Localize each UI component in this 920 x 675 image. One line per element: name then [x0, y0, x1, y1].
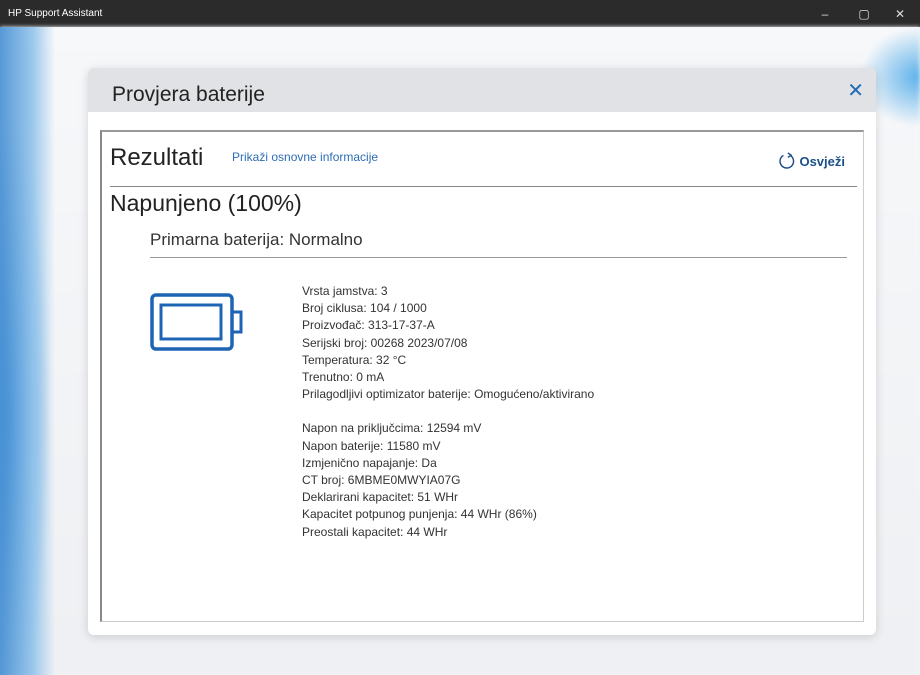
- divider: [150, 257, 847, 258]
- refresh-icon: [779, 152, 795, 169]
- detail-line: Temperatura: 32 °C: [302, 352, 407, 367]
- detail-line: Serijski broj: 00268 2023/07/08: [302, 335, 468, 350]
- detail-line: Napon na priključcima: 12594 mV: [302, 421, 482, 436]
- results-heading: Rezultati: [110, 144, 204, 171]
- detail-line: Proizvođač: 313-17-37-A: [302, 318, 435, 333]
- sidebar-blurred: [0, 27, 55, 675]
- divider: [110, 186, 857, 187]
- show-basic-info-link[interactable]: Prikaži osnovne informacije: [232, 150, 378, 164]
- close-dialog-button[interactable]: ✕: [847, 78, 864, 103]
- refresh-label: Osvježi: [799, 153, 845, 169]
- refresh-button[interactable]: Osvježi: [778, 152, 845, 170]
- detail-line: Izmjenično napajanje: Da: [302, 455, 437, 470]
- detail-line: Vrsta jamstva: 3: [302, 284, 388, 298]
- results-panel: Rezultati Prikaži osnovne informacije Os…: [100, 130, 864, 622]
- battery-icon: [150, 293, 243, 351]
- detail-line: Prilagodljivi optimizator baterije: Omog…: [302, 387, 595, 402]
- close-window-button[interactable]: ✕: [883, 0, 917, 27]
- detail-line: Napon baterije: 11580 mV: [302, 438, 441, 453]
- detail-line: Kapacitet potpunog punjenja: 44 WHr (86%…: [302, 507, 537, 522]
- detail-line: Trenutno: 0 mA: [302, 370, 385, 385]
- detail-line: Preostali kapacitet: 44 WHr: [302, 524, 448, 539]
- minimize-button[interactable]: –: [808, 0, 842, 27]
- dialog-title: Provjera baterije: [112, 83, 265, 106]
- charge-status: Napunjeno (100%): [110, 190, 302, 216]
- maximize-button[interactable]: ▢: [847, 0, 881, 27]
- detail-line: Broj ciklusa: 104 / 1000: [302, 301, 427, 316]
- battery-details: Vrsta jamstva: 3 Broj ciklusa: 104 / 100…: [302, 283, 594, 541]
- detail-line: Deklarirani kapacitet: 51 WHr: [302, 490, 459, 505]
- primary-battery-status: Primarna baterija: Normalno: [150, 230, 363, 249]
- title-bar: HP Support Assistant: [0, 0, 920, 27]
- detail-line: CT broj: 6MBME0MWYIA07G: [302, 473, 461, 488]
- dialog-header: Provjera baterije ✕: [88, 68, 876, 112]
- app-title: HP Support Assistant: [8, 8, 103, 19]
- battery-check-dialog: Provjera baterije ✕ Rezultati Prikaži os…: [88, 68, 876, 635]
